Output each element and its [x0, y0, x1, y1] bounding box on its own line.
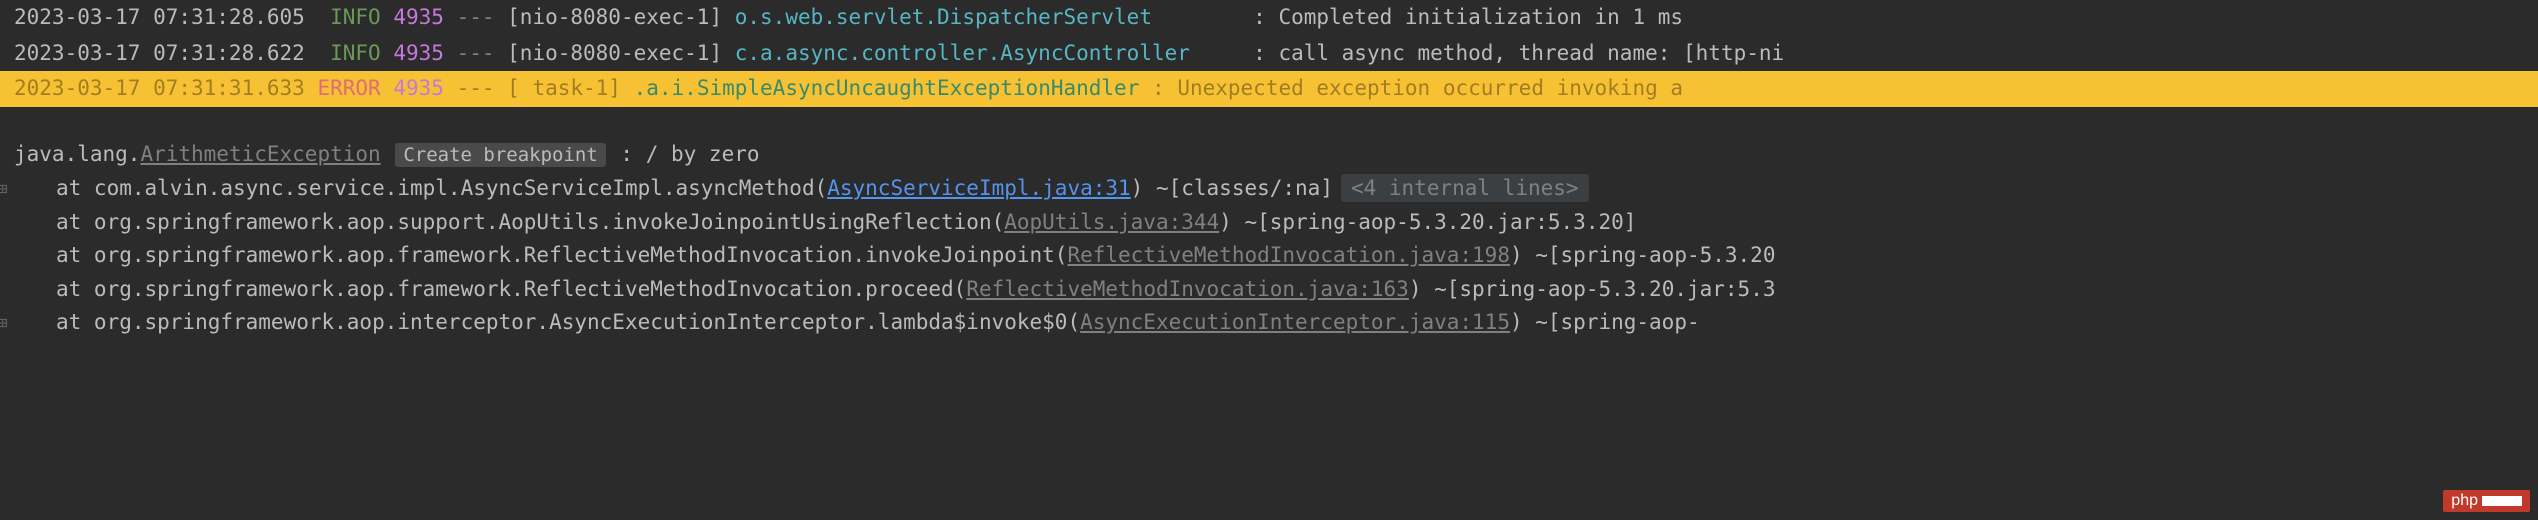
- log-dashes: ---: [457, 5, 495, 29]
- exception-header: java.lang.ArithmeticException Create bre…: [0, 137, 2538, 173]
- log-message: call async method, thread name: [http-ni: [1278, 41, 1784, 65]
- log-pid: 4935: [393, 41, 444, 65]
- log-level-info: INFO: [330, 41, 381, 65]
- log-logger: .a.i.SimpleAsyncUncaughtExceptionHandler: [634, 76, 1140, 100]
- stack-prefix: at org.springframework.aop.framework.Ref…: [56, 277, 966, 301]
- stack-suffix: ) ~[spring-aop-5.3.20.jar:5.3.20]: [1219, 210, 1636, 234]
- log-dashes: ---: [457, 76, 495, 100]
- stack-suffix: ) ~[spring-aop-5.3.20.jar:5.3: [1409, 277, 1776, 301]
- create-breakpoint-button[interactable]: Create breakpoint: [395, 143, 605, 167]
- log-timestamp: 2023-03-17 07:31:28.605: [14, 5, 305, 29]
- source-link[interactable]: AsyncExecutionInterceptor.java:115: [1080, 310, 1510, 334]
- stack-frame: at org.springframework.aop.framework.Ref…: [0, 239, 2538, 273]
- stack-prefix: at org.springframework.aop.framework.Ref…: [56, 243, 1067, 267]
- log-pid: 4935: [393, 5, 444, 29]
- log-level-error: ERROR: [317, 76, 380, 100]
- stack-suffix: ) ~[spring-aop-: [1510, 310, 1700, 334]
- log-line: 2023-03-17 07:31:28.605 INFO 4935 --- [n…: [0, 0, 2538, 36]
- stack-frame: ⊞ at com.alvin.async.service.impl.AsyncS…: [0, 172, 2538, 206]
- expand-gutter-icon[interactable]: ⊞: [0, 311, 8, 335]
- exception-package: java.lang.: [14, 142, 140, 166]
- log-timestamp: 2023-03-17 07:31:28.622: [14, 41, 305, 65]
- log-thread: [ task-1]: [507, 76, 621, 100]
- watermark-blank: [2482, 496, 2522, 506]
- expand-gutter-icon[interactable]: ⊞: [0, 177, 8, 201]
- source-link[interactable]: ReflectiveMethodInvocation.java:163: [966, 277, 1409, 301]
- stack-prefix: at org.springframework.aop.support.AopUt…: [56, 210, 1004, 234]
- log-line-error-highlighted[interactable]: 2023-03-17 07:31:31.633 ERROR 4935 --- […: [0, 71, 2538, 107]
- log-logger: o.s.web.servlet.DispatcherServlet: [735, 5, 1152, 29]
- blank-line: [0, 107, 2538, 137]
- watermark-badge: php: [2443, 490, 2530, 512]
- log-message: Completed initialization in 1 ms: [1278, 5, 1683, 29]
- source-link[interactable]: AopUtils.java:344: [1004, 210, 1219, 234]
- stack-frame: ⊞ at org.springframework.aop.interceptor…: [0, 306, 2538, 340]
- log-line: 2023-03-17 07:31:28.622 INFO 4935 --- [n…: [0, 36, 2538, 72]
- log-timestamp: 2023-03-17 07:31:31.633: [14, 76, 305, 100]
- log-logger: c.a.async.controller.AsyncController: [735, 41, 1190, 65]
- log-level-info: INFO: [330, 5, 381, 29]
- exception-class-link[interactable]: ArithmeticException: [140, 142, 380, 166]
- exception-message: : / by zero: [608, 142, 760, 166]
- stack-frame: at org.springframework.aop.support.AopUt…: [0, 206, 2538, 240]
- log-message: Unexpected exception occurred invoking a: [1177, 76, 1683, 100]
- stack-prefix: at com.alvin.async.service.impl.AsyncSer…: [56, 176, 827, 200]
- log-thread: [nio-8080-exec-1]: [507, 5, 722, 29]
- source-link[interactable]: ReflectiveMethodInvocation.java:198: [1067, 243, 1510, 267]
- source-link[interactable]: AsyncServiceImpl.java:31: [827, 176, 1130, 200]
- stack-frame: at org.springframework.aop.framework.Ref…: [0, 273, 2538, 307]
- log-dashes: ---: [457, 41, 495, 65]
- internal-lines-badge[interactable]: <4 internal lines>: [1341, 174, 1589, 202]
- log-pid: 4935: [393, 76, 444, 100]
- stack-suffix: ) ~[classes/:na]: [1131, 176, 1333, 200]
- log-separator: :: [1253, 5, 1266, 29]
- log-separator: :: [1152, 76, 1165, 100]
- watermark-text: php: [2451, 492, 2478, 509]
- stack-prefix: at org.springframework.aop.interceptor.A…: [56, 310, 1080, 334]
- log-separator: :: [1253, 41, 1266, 65]
- log-thread: [nio-8080-exec-1]: [507, 41, 722, 65]
- stack-suffix: ) ~[spring-aop-5.3.20: [1510, 243, 1776, 267]
